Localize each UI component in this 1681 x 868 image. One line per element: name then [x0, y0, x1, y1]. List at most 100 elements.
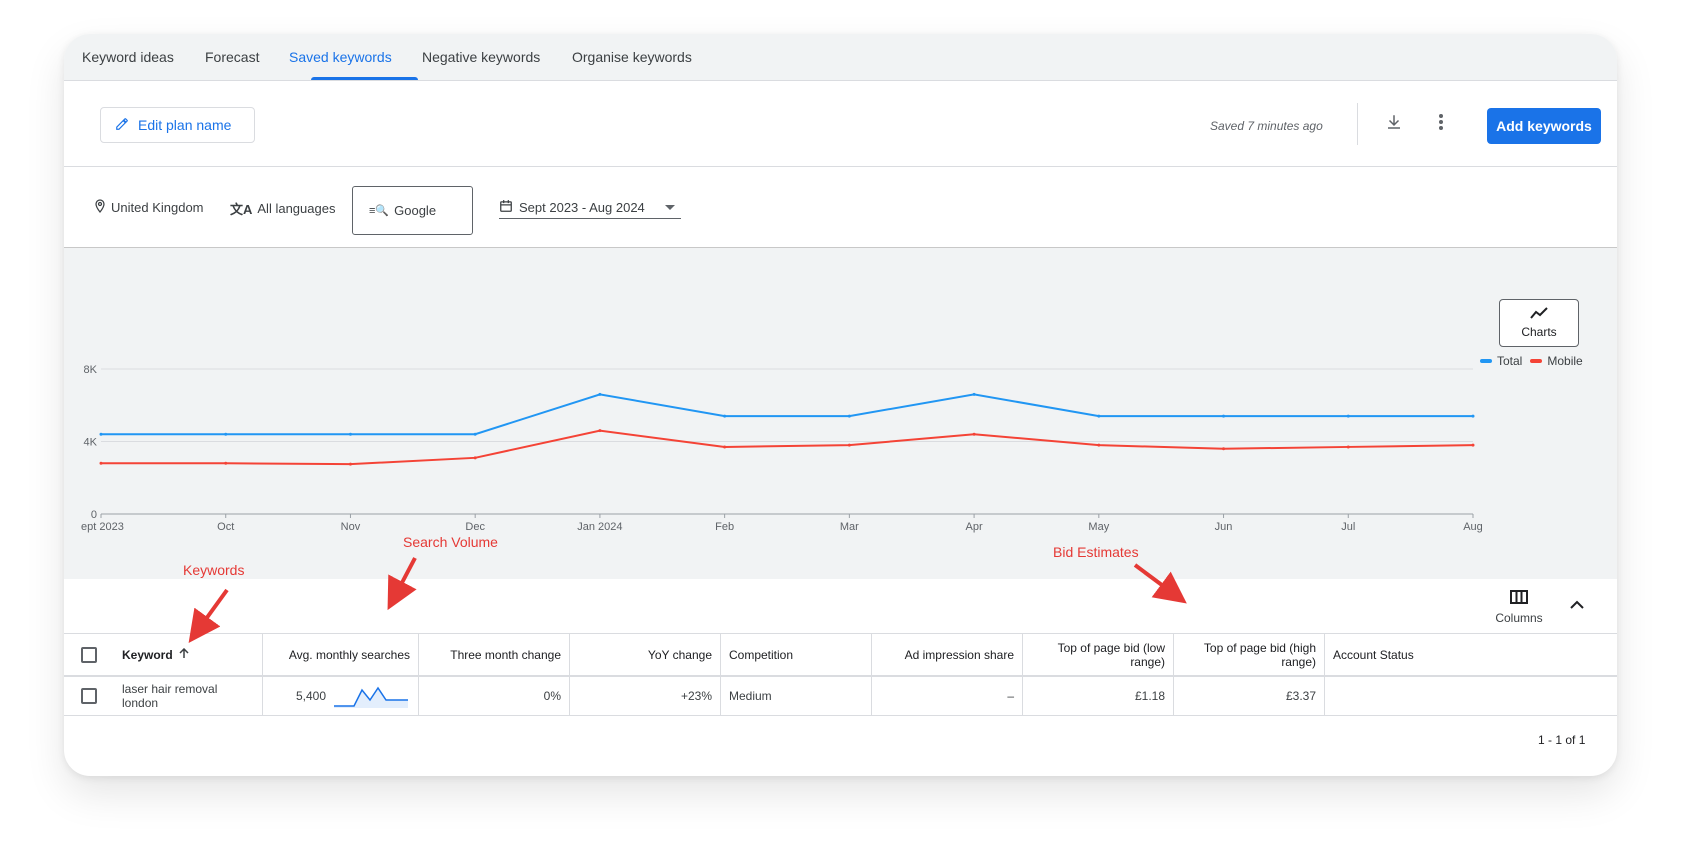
- cell-yoy-change: +23%: [570, 677, 721, 715]
- cell-account-status: [1325, 677, 1485, 715]
- download-button[interactable]: [1380, 110, 1408, 138]
- data-point-mobile: [224, 461, 228, 465]
- columns-icon: [1510, 590, 1528, 607]
- calendar-icon: [499, 199, 513, 216]
- header-competition[interactable]: Competition: [721, 634, 872, 675]
- data-point-mobile: [847, 443, 851, 447]
- data-point-total: [598, 392, 602, 396]
- select-all-checkbox-cell: [64, 634, 114, 675]
- data-point-mobile: [972, 432, 976, 436]
- collapse-button[interactable]: [1569, 597, 1585, 615]
- data-point-total: [1471, 414, 1475, 418]
- translate-icon: 文A: [230, 202, 253, 217]
- tab-saved-keywords[interactable]: Saved keywords: [289, 49, 392, 65]
- line-chart-svg: 0 4K 8K ept 2023 Oct Nov Dec Jan 2024 Feb Mar Apr M…: [81, 364, 1483, 533]
- legend-item-mobile[interactable]: Mobile: [1530, 354, 1583, 368]
- x-tick-label: Oct: [217, 521, 234, 533]
- series-line-total: [101, 393, 1473, 436]
- annotation-search-volume: Search Volume: [403, 534, 498, 550]
- y-tick-label: 8K: [84, 364, 98, 376]
- cell-ad-impression-share: –: [872, 677, 1023, 715]
- header-top-of-page-bid-high[interactable]: Top of page bid (high range): [1174, 634, 1325, 675]
- cell-competition: Medium: [721, 677, 872, 715]
- chevron-up-icon: [1569, 597, 1585, 614]
- date-range-filter[interactable]: Sept 2023 - Aug 2024: [499, 197, 681, 219]
- series-line-mobile: [101, 429, 1474, 466]
- language-filter-label: All languages: [257, 201, 336, 216]
- legend-swatch-mobile: [1530, 359, 1543, 363]
- data-point-mobile: [1097, 443, 1101, 447]
- table-header-row: Keyword Avg. monthly searches Three mont…: [64, 633, 1617, 677]
- x-tick-label: Dec: [465, 521, 485, 533]
- data-point-mobile: [723, 445, 727, 449]
- header-avg-monthly-searches[interactable]: Avg. monthly searches: [263, 634, 419, 675]
- tab-keyword-ideas[interactable]: Keyword ideas: [82, 49, 174, 65]
- sort-arrow-up-icon: [179, 647, 189, 662]
- data-point-mobile: [1471, 443, 1475, 447]
- data-point-total: [1097, 414, 1101, 418]
- x-tick-label: Nov: [341, 521, 361, 533]
- trend-chart-icon: [1530, 307, 1548, 322]
- header-keyword[interactable]: Keyword: [114, 634, 263, 675]
- data-point-mobile: [99, 461, 103, 465]
- legend-label-total: Total: [1497, 354, 1523, 368]
- language-filter[interactable]: 文A All languages: [230, 199, 335, 218]
- data-point-total: [99, 432, 103, 436]
- search-volume-chart: 0 4K 8K ept 2023 Oct Nov Dec Jan 2024 Feb Mar Apr M…: [64, 248, 1617, 579]
- data-point-total: [224, 432, 228, 436]
- annotation-bid-estimates: Bid Estimates: [1053, 544, 1139, 560]
- x-tick-label: Mar: [840, 521, 859, 533]
- x-tick-label: ept 2023: [81, 521, 124, 533]
- cell-keyword: laser hair removal london: [114, 677, 263, 715]
- charts-button[interactable]: Charts: [1499, 299, 1579, 347]
- y-tick-label: 0: [91, 509, 97, 521]
- plan-toolbar: Edit plan name Saved 7 minutes ago Add k…: [64, 81, 1617, 167]
- header-yoy-change[interactable]: YoY change: [570, 634, 721, 675]
- x-tick-label: May: [1088, 521, 1109, 533]
- x-tick-label: Feb: [715, 521, 734, 533]
- legend-swatch-total: [1480, 359, 1492, 363]
- header-top-of-page-bid-low[interactable]: Top of page bid (low range): [1023, 634, 1174, 675]
- header-ad-impression-share[interactable]: Ad impression share: [872, 634, 1023, 675]
- y-tick-label: 4K: [84, 437, 98, 449]
- x-tick-label: Jul: [1341, 521, 1355, 533]
- select-all-checkbox[interactable]: [81, 646, 97, 663]
- chart-legend: Total Mobile: [1480, 354, 1583, 368]
- filter-bar: United Kingdom 文A All languages ≡🔍 Googl…: [64, 167, 1617, 248]
- data-point-total: [723, 414, 727, 418]
- tab-negative-keywords[interactable]: Negative keywords: [422, 49, 540, 65]
- network-filter[interactable]: ≡🔍 Google: [352, 186, 473, 235]
- data-point-total: [348, 432, 352, 436]
- avg-searches-value: 5,400: [295, 689, 326, 703]
- x-tick-label: Jun: [1215, 521, 1233, 533]
- pencil-icon: [115, 117, 129, 134]
- tab-forecast[interactable]: Forecast: [205, 49, 259, 65]
- tab-organise-keywords[interactable]: Organise keywords: [572, 49, 692, 65]
- legend-label-mobile: Mobile: [1547, 354, 1583, 368]
- location-filter[interactable]: United Kingdom: [94, 199, 204, 216]
- cell-three-month-change: 0%: [419, 677, 570, 715]
- more-options-button[interactable]: [1427, 110, 1455, 138]
- data-point-total: [1346, 414, 1350, 418]
- data-point-total: [1222, 414, 1226, 418]
- data-point-mobile: [348, 462, 352, 466]
- add-keywords-button[interactable]: Add keywords: [1487, 108, 1601, 144]
- charts-button-label: Charts: [1521, 325, 1557, 339]
- x-tick-label: Jan 2024: [577, 521, 622, 533]
- annotation-keywords: Keywords: [183, 562, 245, 578]
- table-top-bar: Columns: [64, 579, 1617, 633]
- saved-status: Saved 7 minutes ago: [1210, 119, 1323, 133]
- columns-button[interactable]: Columns: [1489, 590, 1549, 625]
- row-checkbox[interactable]: [81, 688, 97, 704]
- data-point-mobile: [1346, 445, 1350, 449]
- table-row: laser hair removal london 5,400 0% +23% …: [64, 677, 1617, 716]
- data-point-mobile: [598, 429, 602, 433]
- cell-bid-high: £3.37: [1174, 677, 1325, 715]
- x-tick-label: Aug: [1463, 521, 1483, 533]
- data-point-mobile: [473, 456, 477, 460]
- edit-plan-name-button[interactable]: Edit plan name: [100, 107, 255, 143]
- header-account-status[interactable]: Account Status: [1325, 634, 1485, 675]
- legend-item-total[interactable]: Total: [1480, 354, 1522, 368]
- cell-bid-low: £1.18: [1023, 677, 1174, 715]
- header-three-month-change[interactable]: Three month change: [419, 634, 570, 675]
